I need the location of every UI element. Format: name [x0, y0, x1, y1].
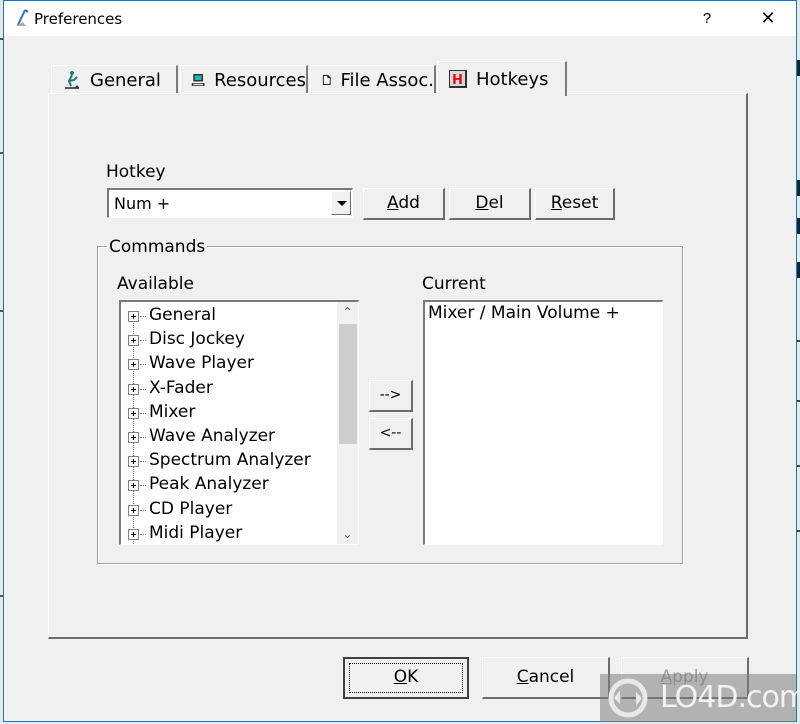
- tree-item[interactable]: Wave Player: [121, 352, 335, 376]
- app-icon: [16, 9, 29, 26]
- tree-connector-line: [140, 485, 146, 487]
- computer-icon: [191, 73, 205, 87]
- tree-scrollbar[interactable]: ⌃ ⌄: [337, 302, 358, 544]
- tree-item-label: Midi Player: [149, 522, 243, 543]
- tab-resources[interactable]: Resources: [180, 65, 308, 94]
- scroll-down-icon[interactable]: ⌄: [337, 524, 358, 544]
- expand-plus-icon[interactable]: [128, 311, 139, 322]
- move-right-button[interactable]: -->: [369, 380, 413, 412]
- reset-button[interactable]: Reset: [535, 188, 615, 220]
- tab-label: Hotkeys: [476, 68, 549, 90]
- tree-connector-line: [140, 437, 146, 438]
- expand-plus-icon[interactable]: [128, 359, 139, 371]
- button-label: ancel: [528, 667, 575, 687]
- button-label: el: [488, 193, 504, 213]
- accel-key: D: [475, 193, 489, 213]
- tree-item[interactable]: X-Fader: [121, 377, 335, 401]
- tab-label: General: [90, 69, 161, 91]
- watermark-text: LO4D.com: [660, 680, 800, 715]
- current-commands-list[interactable]: Mixer / Main Volume +: [423, 300, 663, 545]
- button-label: dd: [398, 193, 420, 213]
- expand-plus-icon[interactable]: [128, 383, 139, 395]
- tree-item[interactable]: Wave Analyzer: [121, 425, 335, 449]
- tab-file-assoc[interactable]: File Assoc.: [310, 65, 436, 94]
- tree-item[interactable]: Spectrum Analyzer: [121, 449, 335, 473]
- tree-connector-line: [140, 364, 146, 366]
- available-commands-tree[interactable]: General Disc Jockey Wave Player X-Fader Mixe…: [119, 300, 359, 545]
- expand-plus-icon[interactable]: [128, 504, 139, 516]
- expand-plus-icon[interactable]: [128, 456, 139, 468]
- expand-plus-icon[interactable]: [128, 528, 139, 540]
- expand-plus-icon[interactable]: [128, 407, 139, 419]
- hotkey-selected-value: Num +: [114, 194, 171, 213]
- hotkeys-panel: Hotkey Num + Add Del Reset Commands Avai…: [48, 93, 748, 639]
- tree-item[interactable]: General: [121, 304, 335, 328]
- document-icon: [322, 74, 331, 86]
- tree-item-label: Disc Jockey: [149, 329, 245, 350]
- hotkey-h-icon: H: [449, 70, 467, 88]
- scrollbar-thumb[interactable]: [339, 324, 357, 444]
- tree-item[interactable]: Mixer: [121, 401, 335, 425]
- hotkey-label: Hotkey: [106, 162, 166, 182]
- tree-item-label: Peak Analyzer: [149, 474, 269, 495]
- tree-connector-line: [140, 340, 146, 342]
- commands-legend: Commands: [107, 237, 208, 257]
- expand-plus-icon[interactable]: [128, 480, 139, 492]
- accel-key: C: [516, 667, 529, 687]
- list-item[interactable]: Mixer / Main Volume +: [428, 303, 620, 323]
- add-button[interactable]: Add: [363, 188, 445, 220]
- tree-connector-line: [140, 461, 146, 463]
- chevron-down-icon[interactable]: [331, 191, 351, 215]
- tab-label: File Assoc.: [340, 69, 434, 91]
- tree-connector-line: [140, 388, 146, 390]
- title-bar[interactable]: Preferences ? ✕: [4, 1, 796, 36]
- window-title: Preferences: [34, 10, 123, 28]
- tree-connector-line: [140, 533, 146, 535]
- tree-item-label: General: [149, 305, 216, 325]
- tree-item-label: Spectrum Analyzer: [149, 450, 311, 471]
- tree-connector-line: [140, 316, 146, 317]
- focus-rect: [349, 663, 463, 693]
- tree-item-label: Wave Player: [149, 353, 254, 374]
- available-label: Available: [117, 274, 194, 294]
- button-label: eset: [561, 193, 599, 213]
- dj-figure-icon: [65, 71, 79, 89]
- tree-connector-line: [140, 509, 146, 511]
- expand-plus-icon[interactable]: [128, 335, 139, 347]
- tree-connector-line: [140, 412, 146, 414]
- watermark-logo-icon: [608, 678, 648, 718]
- close-button[interactable]: ✕: [742, 1, 794, 36]
- scroll-up-icon[interactable]: ⌃: [337, 302, 358, 322]
- tree-item-label: CD Player: [149, 498, 233, 519]
- cancel-button[interactable]: Cancel: [482, 657, 610, 699]
- svg-text:H: H: [452, 73, 463, 88]
- tree-item[interactable]: Peak Analyzer: [121, 473, 335, 497]
- tab-label: Resources: [214, 69, 306, 91]
- tree-item-label: X-Fader: [149, 377, 213, 398]
- tree-item[interactable]: CD Player: [121, 498, 335, 522]
- accel-key: A: [387, 193, 399, 213]
- hotkey-dropdown[interactable]: Num +: [107, 188, 353, 218]
- del-button[interactable]: Del: [449, 188, 531, 220]
- preferences-dialog: Preferences ? ✕ General Resources File A…: [3, 0, 797, 722]
- tree-item[interactable]: Disc Jockey: [121, 328, 335, 352]
- ok-button[interactable]: OK: [343, 657, 469, 699]
- tree-item-label: Wave Analyzer: [149, 426, 276, 446]
- expand-plus-icon[interactable]: [128, 432, 139, 443]
- current-label: Current: [422, 274, 486, 294]
- accel-key: R: [550, 193, 562, 213]
- move-left-button[interactable]: <--: [369, 418, 413, 450]
- tree-item[interactable]: Midi Player: [121, 522, 335, 544]
- tree-item-label: Mixer: [149, 401, 196, 422]
- tab-hotkeys[interactable]: H Hotkeys: [437, 61, 567, 96]
- tab-general[interactable]: General: [51, 65, 178, 94]
- watermark: LO4D.com: [600, 674, 800, 722]
- help-button[interactable]: ?: [684, 1, 730, 36]
